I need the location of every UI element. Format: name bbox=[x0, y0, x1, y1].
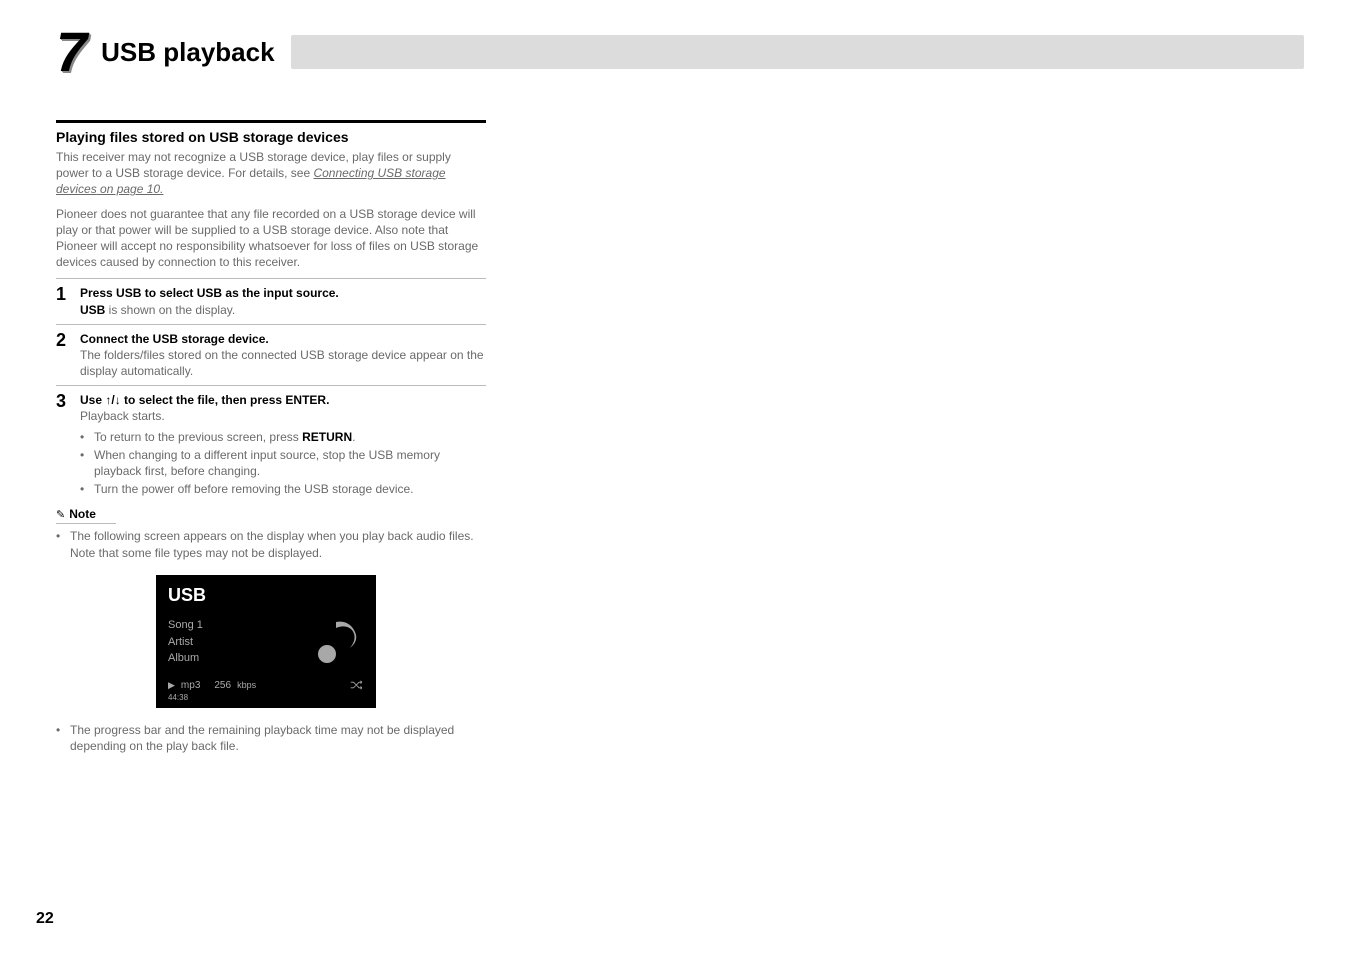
display-header: USB bbox=[168, 585, 364, 606]
display-bitrate-unit: kbps bbox=[237, 680, 256, 690]
step-bullets: • To return to the previous screen, pres… bbox=[80, 429, 486, 498]
chapter-header: 7 USB playback bbox=[56, 24, 1304, 80]
step-number: 3 bbox=[56, 392, 70, 497]
usb-display-screenshot: USB Song 1 Artist Album ▶ mp3 256 kbps bbox=[156, 575, 376, 708]
step-2: 2 Connect the USB storage device. The fo… bbox=[56, 324, 486, 380]
content-column: Playing files stored on USB storage devi… bbox=[56, 120, 486, 754]
note-icon: ✎ bbox=[56, 508, 65, 521]
step-subtext: USB is shown on the display. bbox=[80, 302, 486, 318]
step-title: Press USB to select USB as the input sou… bbox=[80, 285, 486, 301]
step-subtext: The folders/files stored on the connecte… bbox=[80, 347, 486, 379]
step-subtext: Playback starts. bbox=[80, 408, 486, 424]
play-icon: ▶ bbox=[168, 680, 175, 691]
section-title: Playing files stored on USB storage devi… bbox=[56, 129, 486, 145]
bullet-text-post: . bbox=[352, 430, 355, 444]
display-artist: Artist bbox=[168, 634, 203, 651]
step-title-post: to select the file, then press ENTER. bbox=[121, 393, 330, 407]
display-song: Song 1 bbox=[168, 617, 203, 634]
display-album: Album bbox=[168, 650, 203, 667]
arrow-up-down-icon: ↑/↓ bbox=[105, 393, 120, 407]
note-text: The progress bar and the remaining playb… bbox=[70, 722, 486, 754]
intro-paragraph-2: Pioneer does not guarantee that any file… bbox=[56, 206, 486, 271]
step-number: 2 bbox=[56, 331, 70, 380]
bullet-dot-icon: • bbox=[56, 528, 64, 560]
bullet-bold: RETURN bbox=[302, 430, 352, 444]
display-time: 44:38 bbox=[168, 693, 364, 702]
chapter-title-bar bbox=[291, 35, 1304, 69]
note-bullet-1: • The following screen appears on the di… bbox=[56, 528, 486, 560]
bullet-text: To return to the previous screen, press bbox=[94, 430, 302, 444]
display-bitrate: 256 bbox=[214, 680, 231, 691]
display-format: mp3 bbox=[181, 680, 200, 691]
step-number: 1 bbox=[56, 285, 70, 317]
music-note-icon bbox=[316, 614, 364, 670]
step-title: Use ↑/↓ to select the file, then press E… bbox=[80, 392, 486, 408]
shuffle-icon bbox=[350, 680, 364, 690]
note-label: Note bbox=[69, 507, 96, 521]
bullet-item: • Turn the power off before removing the… bbox=[80, 481, 486, 497]
bullet-dot-icon: • bbox=[80, 481, 88, 497]
chapter-number: 7 bbox=[56, 24, 85, 80]
intro-link-suffix[interactable]: on page 10. bbox=[97, 182, 164, 196]
note-text: The following screen appears on the disp… bbox=[70, 528, 486, 560]
section-rule bbox=[56, 120, 486, 123]
bullet-dot-icon: • bbox=[80, 447, 88, 479]
page-number: 22 bbox=[36, 910, 54, 928]
bullet-text: When changing to a different input sourc… bbox=[94, 447, 486, 479]
note-bullet-2: • The progress bar and the remaining pla… bbox=[56, 722, 486, 754]
bullet-item: • When changing to a different input sou… bbox=[80, 447, 486, 479]
step-title-pre: Use bbox=[80, 393, 105, 407]
note-header: ✎ Note bbox=[56, 507, 116, 524]
step-title: Connect the USB storage device. bbox=[80, 331, 486, 347]
step-1: 1 Press USB to select USB as the input s… bbox=[56, 278, 486, 317]
chapter-title: USB playback bbox=[101, 37, 274, 68]
bullet-dot-icon: • bbox=[56, 722, 64, 754]
bullet-dot-icon: • bbox=[80, 429, 88, 445]
bullet-text: Turn the power off before removing the U… bbox=[94, 481, 414, 497]
step-3: 3 Use ↑/↓ to select the file, then press… bbox=[56, 385, 486, 497]
bullet-item: • To return to the previous screen, pres… bbox=[80, 429, 486, 445]
intro-paragraph-1: This receiver may not recognize a USB st… bbox=[56, 149, 486, 198]
